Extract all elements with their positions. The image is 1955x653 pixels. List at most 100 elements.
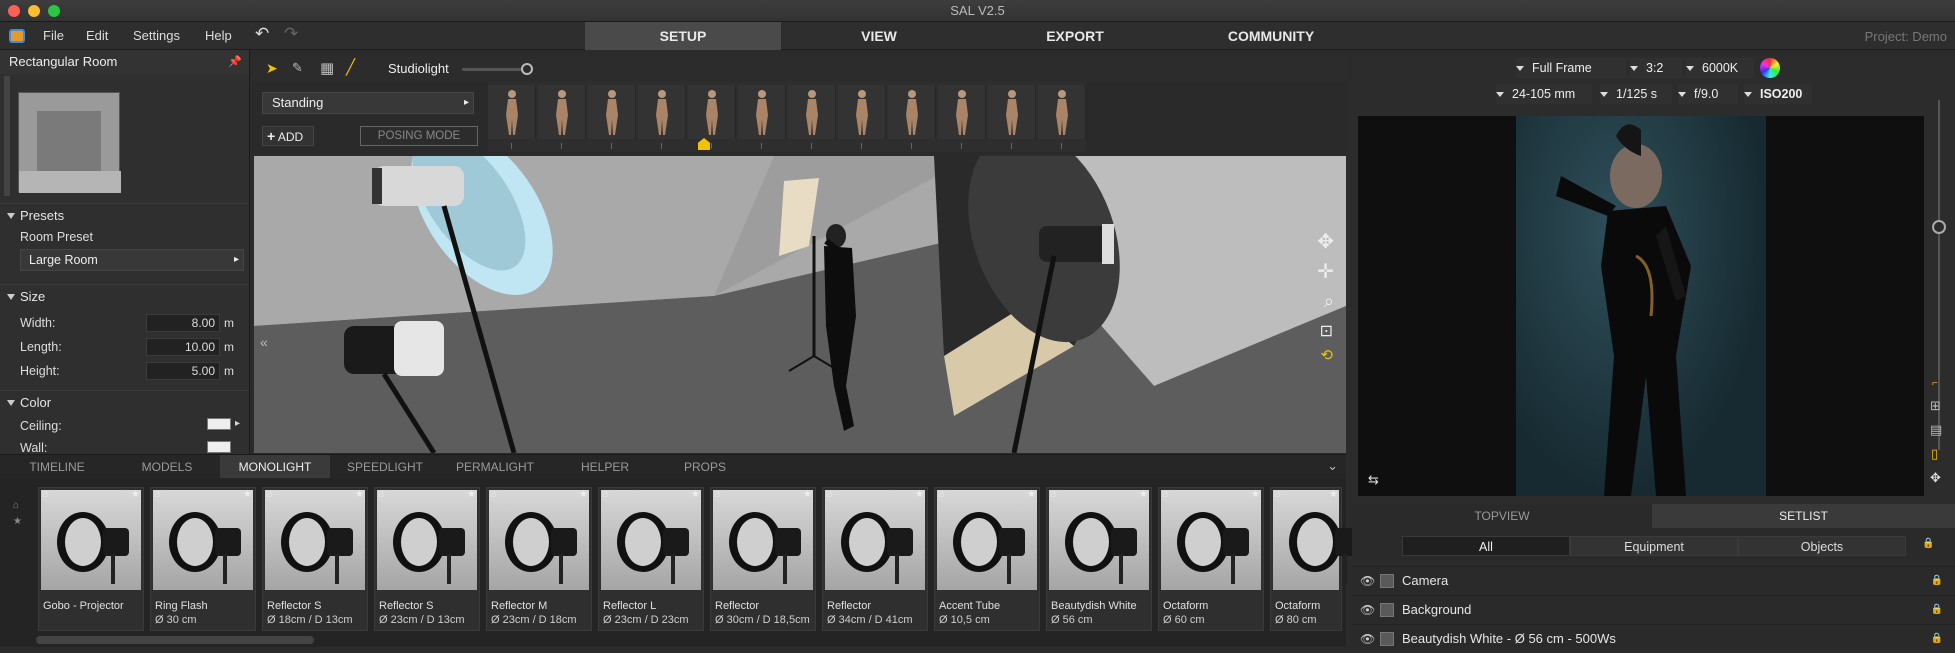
equipment-card[interactable]: ⌂ ★ Accent Tube Ø 10,5 cm — [934, 487, 1040, 631]
tab-topview[interactable]: TOPVIEW — [1352, 504, 1652, 528]
equipment-card[interactable]: ⌂ ★ Beautydish White Ø 56 cm — [1046, 487, 1152, 631]
pose-thumbnail[interactable] — [988, 85, 1036, 149]
equipment-card[interactable]: ⌂ ★ Ring Flash Ø 30 cm — [150, 487, 256, 631]
collapse-left-icon[interactable]: « — [260, 334, 268, 350]
filter-objects-button[interactable]: Objects — [1738, 536, 1906, 556]
wall-color-swatch[interactable] — [207, 441, 231, 453]
menu-settings[interactable]: Settings — [133, 28, 180, 43]
pose-thumbnail[interactable] — [838, 85, 886, 149]
minimize-window-button[interactable] — [28, 5, 40, 17]
zoom-window-button[interactable] — [48, 5, 60, 17]
equipment-card[interactable]: ⌂ ★ Reflector S Ø 18cm / D 13cm — [262, 487, 368, 631]
tab-helper[interactable]: HELPER — [550, 455, 660, 479]
color-picker-icon[interactable] — [1760, 58, 1780, 78]
favorite-star-icon[interactable]: ★ — [1027, 489, 1036, 500]
color-section-header[interactable]: Color — [0, 390, 249, 414]
tab-models[interactable]: MODELS — [128, 455, 206, 479]
favorite-star-icon[interactable]: ★ — [1139, 489, 1148, 500]
filter-all-button[interactable]: All — [1402, 536, 1570, 556]
histogram-icon[interactable]: ▤ — [1930, 422, 1942, 438]
equipment-card[interactable]: ⌂ ★ Gobo - Projector — [38, 487, 144, 631]
move-camera-icon[interactable]: ✥ — [1930, 470, 1941, 486]
orbit-icon[interactable]: ✥ — [1317, 229, 1334, 254]
pose-thumbnail[interactable] — [788, 85, 836, 149]
equipment-card[interactable]: ⌂ ★ Reflector L Ø 23cm / D 23cm — [598, 487, 704, 631]
pose-thumbnail[interactable] — [938, 85, 986, 149]
home-icon[interactable]: ⌂ — [827, 489, 833, 500]
setlist-row[interactable]: 👁 Beautydish White - Ø 56 cm - 500Ws 🔒 — [1352, 624, 1955, 652]
close-window-button[interactable] — [8, 5, 20, 17]
pose-thumbnail[interactable] — [1038, 85, 1086, 149]
tab-props[interactable]: PROPS — [650, 455, 760, 479]
lock-icon[interactable]: 🔒 — [1931, 567, 1943, 595]
pose-thumbnail[interactable] — [688, 85, 736, 149]
favorite-star-icon[interactable]: ★ — [1329, 489, 1338, 500]
equipment-card[interactable]: ⌂ ★ Reflector S Ø 23cm / D 13cm — [374, 487, 480, 631]
grid-icon[interactable]: ▦ — [320, 59, 334, 77]
swap-view-icon[interactable]: ⇆ — [1368, 472, 1379, 488]
visibility-eye-icon[interactable]: 👁 — [1360, 596, 1375, 624]
home-icon[interactable]: ⌂ — [603, 489, 609, 500]
home-icon[interactable]: ⌂ — [155, 489, 161, 500]
studiolight-slider[interactable] — [462, 63, 533, 75]
tab-monolight[interactable]: MONOLIGHT — [220, 455, 330, 479]
undo-icon[interactable]: ↶ — [255, 24, 269, 44]
pose-category-dropdown[interactable]: Standing ▸ — [262, 92, 474, 114]
home-icon[interactable]: ⌂ — [491, 489, 497, 500]
frame-dropdown[interactable]: Full Frame — [1516, 58, 1626, 78]
equipment-card[interactable]: ⌂ ★ Octaform Ø 80 cm — [1270, 487, 1361, 631]
zoom-icon[interactable]: ⌕ — [1324, 291, 1334, 312]
presets-section-header[interactable]: Presets — [0, 203, 249, 227]
library-scrollbar[interactable] — [36, 636, 314, 644]
home-icon[interactable]: ⌂ — [267, 489, 273, 500]
home-icon[interactable]: ⌂ — [43, 489, 49, 500]
studiolight-slider-handle[interactable] — [520, 63, 533, 75]
height-field[interactable]: 5.00 — [146, 362, 220, 380]
length-field[interactable]: 10.00 — [146, 338, 220, 356]
add-pose-button[interactable]: + ADD — [262, 126, 314, 146]
equipment-card[interactable]: ⌂ ★ Reflector M Ø 23cm / D 18cm — [486, 487, 592, 631]
favorite-star-icon[interactable]: ★ — [579, 489, 588, 500]
home-icon[interactable]: ⌂ — [1275, 489, 1281, 500]
equipment-card[interactable]: ⌂ ★ Reflector Ø 34cm / D 41cm — [822, 487, 928, 631]
tab-view[interactable]: VIEW — [781, 22, 977, 50]
collapse-panel-icon[interactable]: ⌄ — [1327, 458, 1338, 474]
equipment-card[interactable]: ⌂ ★ Octaform Ø 60 cm — [1158, 487, 1264, 631]
iso-dropdown[interactable]: ISO200 — [1744, 84, 1812, 104]
aperture-dropdown[interactable]: f/9.0 — [1678, 84, 1738, 104]
favorite-star-icon[interactable]: ★ — [1251, 489, 1260, 500]
ratio-overlay-icon[interactable]: ⌐ — [1932, 378, 1938, 389]
tab-permalight[interactable]: PERMALIGHT — [440, 455, 550, 479]
favorite-star-icon[interactable]: ★ — [691, 489, 700, 500]
lock-icon[interactable]: 🔒 — [1931, 596, 1943, 624]
ratio-dropdown[interactable]: 3:2 — [1630, 58, 1682, 78]
width-field[interactable]: 8.00 — [146, 314, 220, 332]
size-section-header[interactable]: Size — [0, 284, 249, 308]
home-icon[interactable]: ⌂ — [715, 489, 721, 500]
shutter-dropdown[interactable]: 1/125 s — [1600, 84, 1672, 104]
tab-export[interactable]: EXPORT — [977, 22, 1173, 50]
filter-equipment-button[interactable]: Equipment — [1570, 536, 1738, 556]
favorite-star-icon[interactable]: ★ — [355, 489, 364, 500]
visibility-eye-icon[interactable]: 👁 — [1360, 625, 1375, 653]
redo-icon[interactable]: ↷ — [284, 24, 298, 44]
panel-scrollbar[interactable] — [4, 76, 10, 196]
tab-setlist[interactable]: SETLIST — [1652, 504, 1955, 528]
favorite-star-icon[interactable]: ★ — [803, 489, 812, 500]
setlist-row[interactable]: 👁 Camera 🔒 — [1352, 566, 1955, 594]
3d-viewport[interactable]: « ✥ ✛ ⌕ ⊡ ⟲ — [254, 156, 1346, 453]
posing-mode-button[interactable]: POSING MODE — [360, 126, 478, 146]
tab-timeline[interactable]: TIMELINE — [18, 455, 96, 479]
pose-thumbnail[interactable] — [638, 85, 686, 149]
frame-overlay-icon[interactable]: ▯ — [1931, 446, 1938, 462]
lens-dropdown[interactable]: 24-105 mm — [1496, 84, 1592, 104]
home-icon[interactable]: ⌂ — [379, 489, 385, 500]
camera-preview[interactable]: ⇆ — [1358, 116, 1924, 496]
menu-file[interactable]: File — [43, 28, 64, 43]
favorite-star-icon[interactable]: ★ — [915, 489, 924, 500]
pose-thumbnail[interactable] — [588, 85, 636, 149]
select-arrow-icon[interactable]: ➤ — [266, 60, 278, 77]
line-tool-icon[interactable]: ╱ — [346, 58, 355, 76]
menu-help[interactable]: Help — [205, 28, 232, 43]
lock-icon[interactable]: 🔒 — [1931, 625, 1943, 653]
